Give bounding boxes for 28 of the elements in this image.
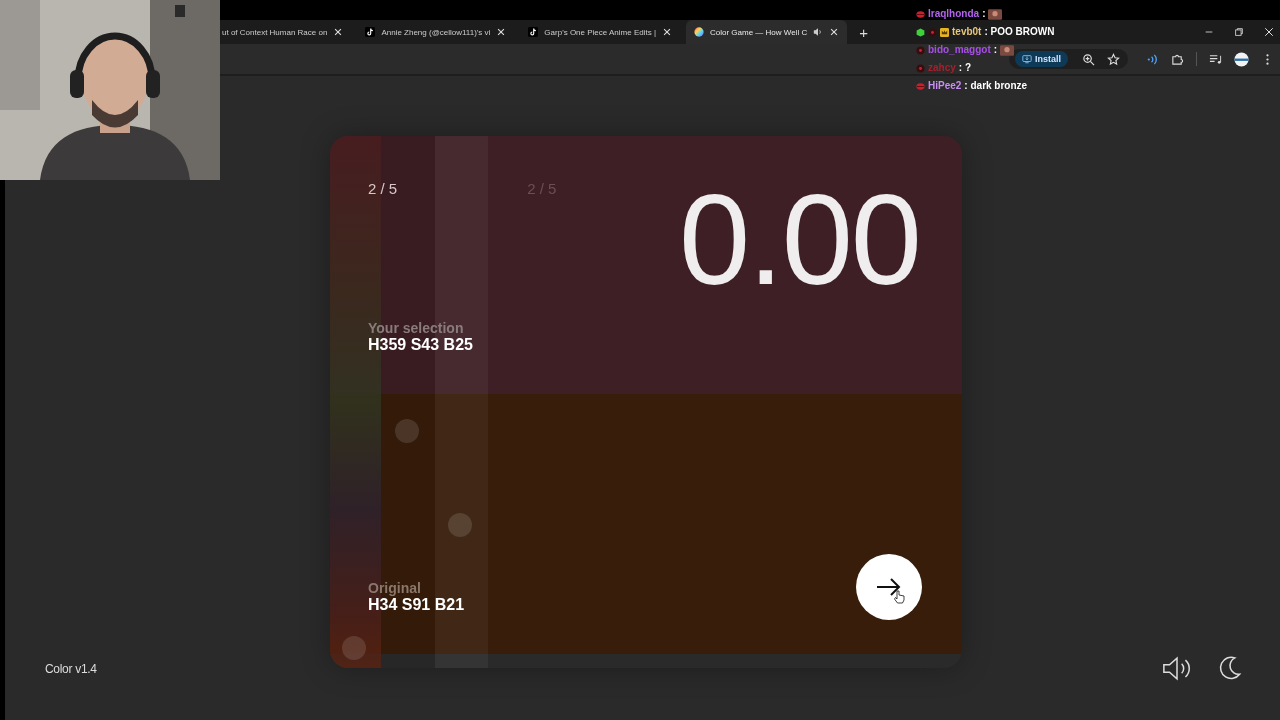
selection-label: Your selection <box>368 320 465 336</box>
chat-username: HiPee2 <box>928 79 962 93</box>
chat-username: zahcy <box>928 61 956 75</box>
round-counter: 2 / 5 <box>368 180 398 197</box>
score: 0.00 <box>678 176 920 304</box>
browser-tab[interactable]: Color Game — How Well C <box>686 20 848 44</box>
tab-title: Garp's One Piece Anime Edits | <box>544 27 656 37</box>
install-button[interactable]: Install <box>1015 51 1068 67</box>
chat-username: bido_maggot <box>928 43 991 57</box>
tab-title: ut of Context Human Race on <box>222 27 328 37</box>
original-value: H34 S91 B21 <box>368 596 465 614</box>
chat-username: tevb0t <box>952 25 982 39</box>
chat-message: : POO BROWN <box>984 25 1055 39</box>
tab-title: Annie Zheng (@cellow111)'s vi <box>381 27 491 37</box>
browser-tab[interactable]: Annie Zheng (@cellow111)'s vi <box>357 20 515 44</box>
selection-value: H359 S43 B25 <box>368 336 474 354</box>
chat-username: Iraqlhonda <box>928 7 980 21</box>
version-label: Color v1.4 <box>45 662 97 676</box>
chat-message: : <box>982 7 986 21</box>
chat-message: : dark bronze <box>964 79 1028 93</box>
browser-tab[interactable]: ut of Context Human Race on <box>220 20 352 44</box>
new-tab-button[interactable]: + <box>853 23 874 41</box>
chat-message: : <box>993 43 998 57</box>
browser-tab[interactable]: Garp's One Piece Anime Edits | <box>520 20 680 44</box>
address-bar[interactable]: Install <box>1009 49 1128 69</box>
tab-title: Color Game — How Well C <box>710 27 808 37</box>
original-label: Original <box>368 580 422 596</box>
chat-message: : ? <box>958 61 971 75</box>
